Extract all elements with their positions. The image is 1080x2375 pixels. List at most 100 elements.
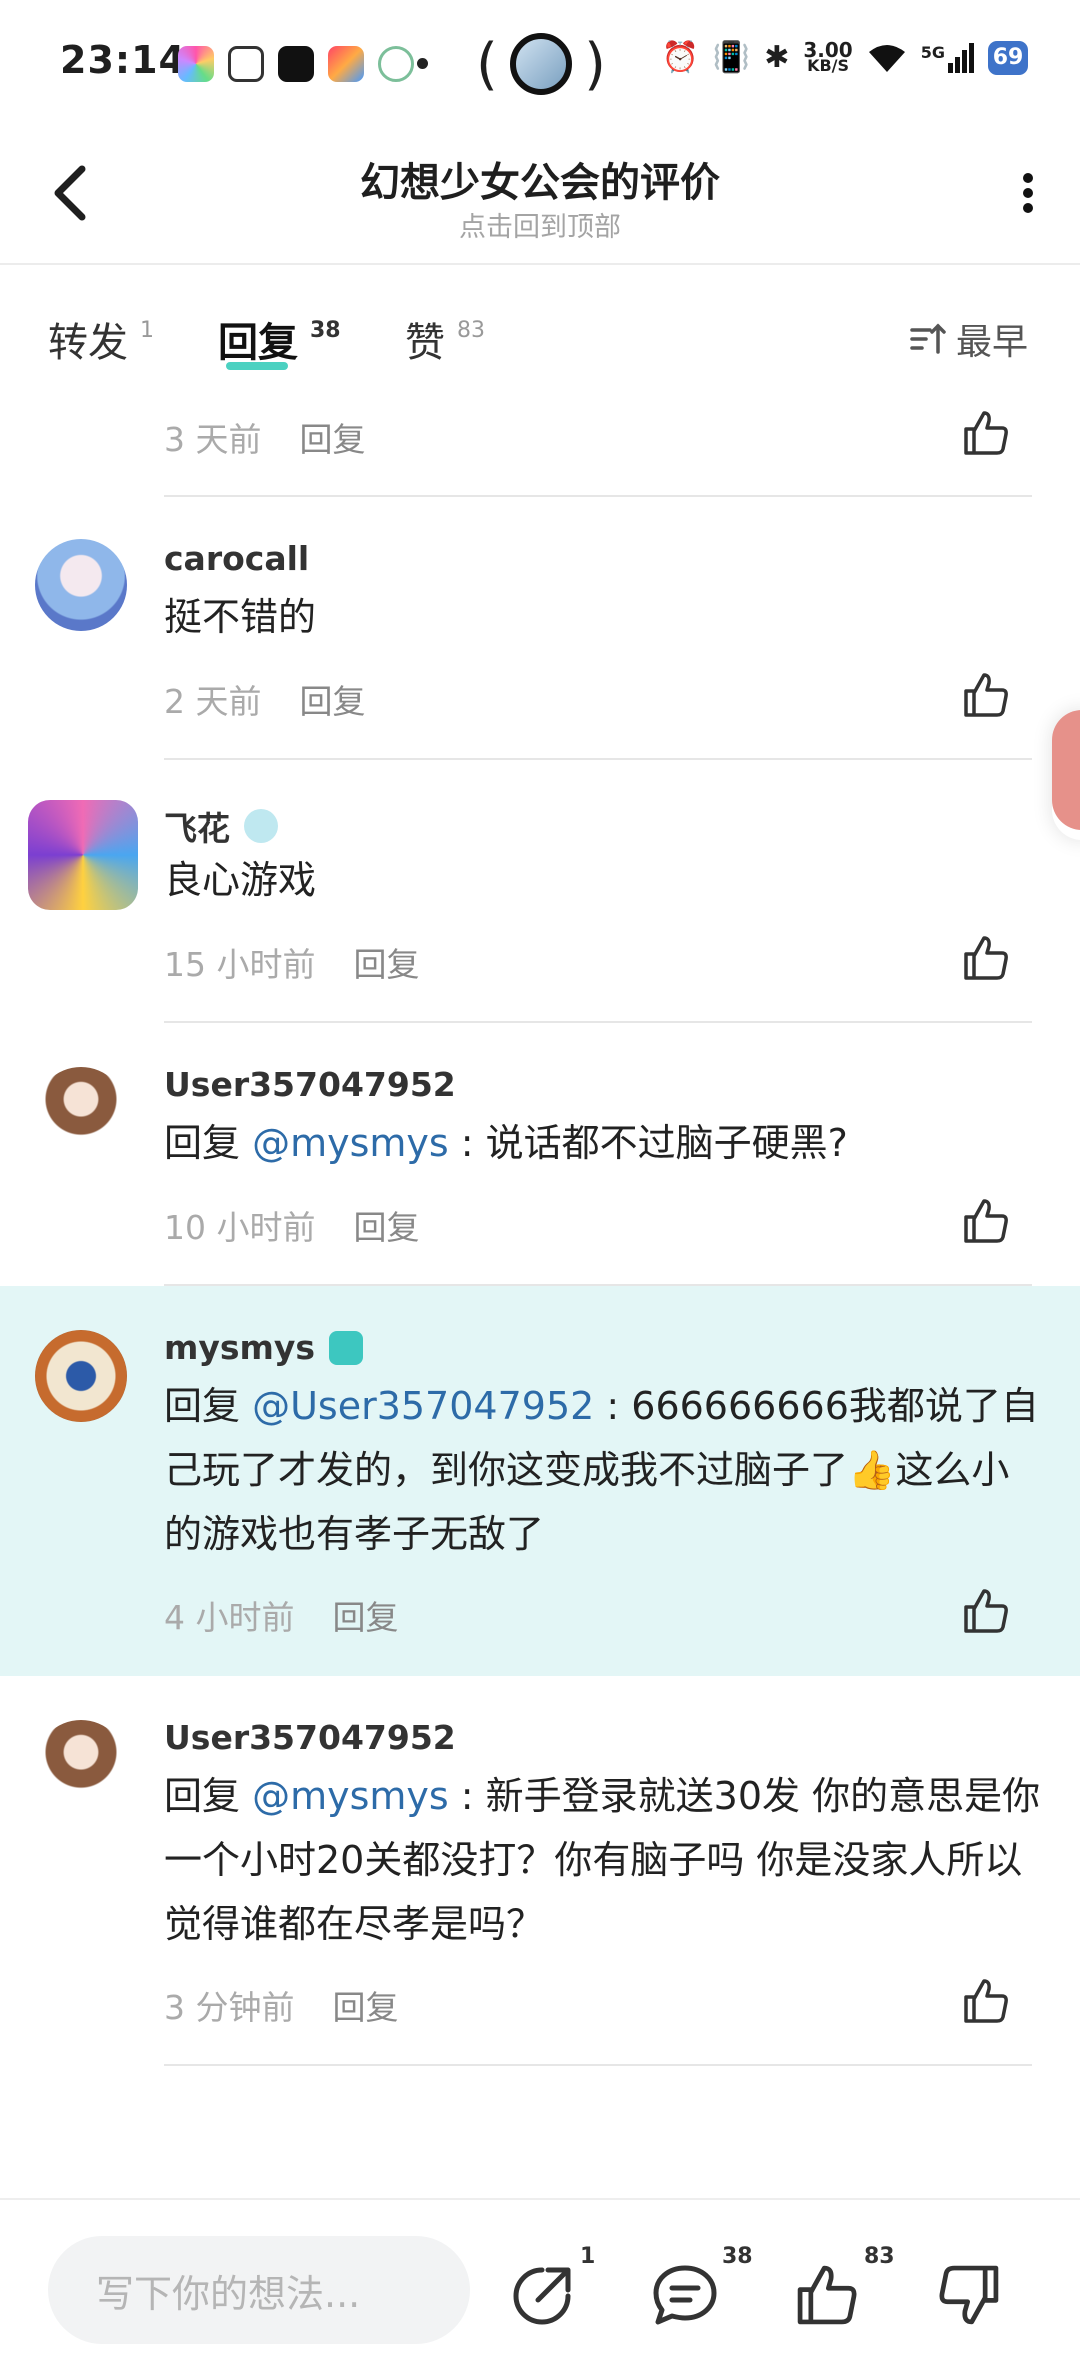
reply-button[interactable]: 回复	[333, 1591, 399, 1639]
comment-text: 回复 @User357047952 : 666666666我都说了自己玩了才发的…	[164, 1374, 1044, 1566]
system-icons: ⏰ 📳 ✱ 3.00 KB/S 5G 69	[662, 40, 1028, 75]
battery-icon: 69	[988, 40, 1028, 75]
thumbs-up-icon	[964, 1199, 1008, 1243]
tab-likes-count: 83	[457, 318, 485, 343]
bluetooth-icon: ✱	[764, 40, 790, 75]
tab-replies[interactable]: 回复 38	[218, 310, 341, 370]
dislike-button[interactable]	[934, 2260, 1004, 2330]
comment-item: User357047952 回复 @mysmys : 说话都不过脑子硬黑? 10…	[0, 1023, 1080, 1286]
comment-item: User357047952 回复 @mysmys : 新手登录就送30发 你的意…	[0, 1676, 1080, 2066]
comment-item: 3 天前 回复	[0, 395, 1080, 497]
like-button[interactable]	[960, 1195, 1012, 1247]
comment-meta: 15 小时前 回复	[164, 938, 419, 986]
avatar[interactable]	[28, 800, 138, 910]
alipay-icon	[378, 46, 414, 82]
bottom-action-bar: 写下你的想法... 1 38 83	[0, 2198, 1080, 2375]
user-mention-link[interactable]: @mysmys	[252, 1774, 449, 1818]
comment-username[interactable]: carocall	[164, 539, 309, 578]
tab-likes-label: 赞	[405, 320, 445, 366]
sort-button[interactable]: 最早	[910, 313, 1028, 365]
like-button[interactable]	[960, 1585, 1012, 1637]
like-button[interactable]	[960, 669, 1012, 721]
user-mention-link[interactable]: @User357047952	[252, 1384, 594, 1428]
like-button[interactable]	[960, 1975, 1012, 2027]
more-options-button[interactable]	[1022, 173, 1034, 213]
comment-meta: 4 小时前 回复	[164, 1591, 399, 1639]
tab-bar: 转发 1 回复 38 赞 83 最早	[0, 265, 1080, 395]
user-badge-icon	[329, 1330, 364, 1365]
comment-username[interactable]: User357047952	[164, 1065, 456, 1104]
avatar[interactable]	[35, 1720, 127, 1812]
username-text: 飞花	[164, 809, 230, 848]
reply-button[interactable]: 回复	[353, 1201, 419, 1249]
wifi-icon	[867, 42, 907, 74]
tab-reposts-label: 转发	[48, 320, 128, 366]
reply-button[interactable]: 回复	[300, 413, 366, 461]
sort-icon	[910, 323, 946, 354]
comment-body: : 说话都不过脑子硬黑?	[448, 1121, 848, 1165]
more-notifications-dot	[417, 58, 428, 69]
comment-meta: 2 天前 回复	[164, 675, 366, 723]
username-text: mysmys	[164, 1328, 316, 1367]
notification-icons	[178, 46, 414, 82]
username-text: User357047952	[164, 1065, 456, 1104]
more-vertical-icon	[1023, 173, 1033, 213]
dynamic-island: ()	[476, 31, 606, 97]
avatar[interactable]	[35, 1330, 127, 1422]
comment-username[interactable]: User357047952	[164, 1718, 456, 1757]
scroll-to-top-hint[interactable]: 点击回到顶部	[0, 205, 1080, 244]
comment-input-placeholder: 写下你的想法...	[96, 2271, 361, 2316]
comment-username[interactable]: mysmys	[164, 1328, 364, 1367]
comment-input[interactable]: 写下你的想法...	[48, 2236, 470, 2344]
thumbs-up-icon	[964, 936, 1008, 980]
comment-text: 回复 @mysmys : 说话都不过脑子硬黑?	[164, 1111, 1044, 1175]
reply-button[interactable]: 回复	[353, 938, 419, 986]
photos-icon	[178, 46, 214, 82]
comment-time: 10 小时前	[164, 1208, 316, 1247]
comment-meta: 3 天前 回复	[164, 413, 366, 461]
share-count: 1	[580, 2244, 596, 2269]
tab-likes[interactable]: 赞 83	[405, 310, 485, 368]
thumbs-up-icon	[964, 673, 1008, 717]
reply-prefix: 回复	[164, 1384, 253, 1428]
page-title[interactable]: 幻想少女公会的评价	[0, 150, 1080, 208]
reply-button[interactable]: 回复	[333, 1981, 399, 2029]
network-speed: 3.00 KB/S	[803, 40, 852, 75]
avatar[interactable]	[35, 1067, 127, 1159]
status-time: 23:14	[60, 38, 186, 82]
comment-time: 15 小时前	[164, 945, 316, 984]
like-count: 83	[864, 2244, 895, 2269]
comment-button[interactable]: 38	[650, 2244, 753, 2330]
avatar[interactable]	[35, 539, 127, 631]
tab-replies-label: 回复	[218, 320, 298, 366]
floating-side-button[interactable]	[1052, 710, 1080, 840]
comment-count: 38	[722, 2244, 753, 2269]
comment-text: 挺不错的	[164, 585, 1044, 649]
comment-username[interactable]: 飞花	[164, 802, 278, 850]
user-mention-link[interactable]: @mysmys	[252, 1121, 449, 1165]
thumbs-up-icon	[964, 411, 1008, 455]
like-button[interactable]	[960, 407, 1012, 459]
signal-label: 5G	[920, 42, 945, 62]
comment-text: 良心游戏	[164, 848, 1044, 912]
user-badge-icon	[244, 809, 278, 843]
thumbs-down-icon	[939, 2265, 999, 2325]
comment-body: 良心游戏	[164, 858, 317, 902]
alarm-icon: ⏰	[661, 40, 699, 75]
comment-item: 飞花 良心游戏 15 小时前 回复	[0, 760, 1080, 1023]
like-button[interactable]	[960, 932, 1012, 984]
comment-time: 3 分钟前	[164, 1988, 295, 2027]
network-speed-unit: KB/S	[807, 55, 850, 75]
share-button[interactable]: 1	[508, 2244, 595, 2330]
vibrate-icon: 📳	[712, 40, 751, 75]
like-post-button[interactable]: 83	[792, 2244, 895, 2330]
divider	[164, 2064, 1032, 2066]
comment-body: 挺不错的	[164, 595, 317, 639]
comment-time: 2 天前	[164, 682, 262, 721]
tab-reposts[interactable]: 转发 1	[48, 310, 154, 368]
thumbs-up-icon	[964, 1589, 1008, 1633]
reply-prefix: 回复	[164, 1774, 253, 1818]
tab-reposts-count: 1	[140, 318, 154, 343]
reply-button[interactable]: 回复	[300, 675, 366, 723]
sort-label: 最早	[955, 322, 1028, 363]
